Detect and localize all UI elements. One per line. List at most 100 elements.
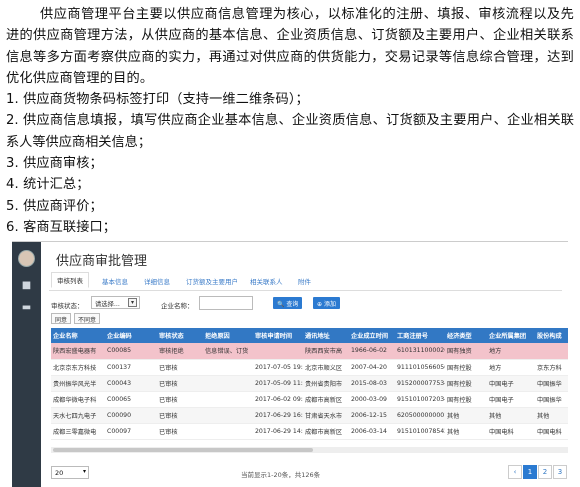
- app-screenshot: ■ ▬ 供应商审批管理 审核列表 基本信息 详细信息 订货额及主要用户 相关联系…: [12, 241, 568, 487]
- table-cell: [535, 343, 568, 360]
- table-cell: 9151010072034: [395, 391, 445, 408]
- table-cell: 2006-03-14: [349, 423, 395, 440]
- table-cell: [203, 423, 253, 440]
- column-header[interactable]: 企业名称: [51, 328, 105, 343]
- approve-button[interactable]: 同意: [51, 313, 72, 324]
- table-row[interactable]: 成都华微电子科 C00065 已审核 2017-06-02 09: 成都市高新区 2000…: [51, 391, 568, 408]
- table-cell: 成都华微电子科: [51, 391, 105, 408]
- column-header[interactable]: 企业编码: [105, 328, 157, 343]
- search-button[interactable]: 🔍 查询: [273, 297, 303, 309]
- page-button-1[interactable]: 1: [523, 465, 537, 479]
- page-size-value: 20: [55, 469, 64, 477]
- table-cell: 2000-03-09: [349, 391, 395, 408]
- tab-orders-users[interactable]: 订货额及主要用户: [181, 274, 243, 288]
- table-cell: 北京市顺义区: [303, 359, 349, 376]
- intro-paragraph: 供应商管理平台主要以供应商信息管理为核心，以标准化的注册、填报、审核流程以及先进…: [6, 7, 574, 86]
- table-cell: 已审核: [157, 423, 203, 440]
- table-cell: 9111010566050: [395, 359, 445, 376]
- table-cell: 其他: [535, 407, 568, 424]
- page-title: 供应商审批管理: [56, 254, 148, 269]
- prev-page-button[interactable]: ‹: [508, 465, 522, 479]
- column-header[interactable]: 通讯地址: [303, 328, 349, 343]
- table-cell: 2017-06-29 14:: [253, 423, 303, 440]
- list-item: 6. 客商互联接口；: [6, 219, 117, 235]
- table-cell: [203, 359, 253, 376]
- reject-button[interactable]: 不同意: [74, 313, 101, 324]
- table-cell: 陕西西安市高: [303, 343, 349, 360]
- table-cell: 其他: [445, 423, 487, 440]
- chevron-down-icon: ▾: [82, 468, 86, 475]
- search-button-label: 查询: [286, 301, 299, 308]
- column-header[interactable]: 审核申请时间: [253, 328, 303, 343]
- table-cell: C00090: [105, 407, 157, 424]
- table-row[interactable]: 北京京东方科技 C00137 已审核 2017-07-05 19: 北京市顺义区 2007…: [51, 359, 568, 376]
- table-cell: 其他: [445, 407, 487, 424]
- page-button-3[interactable]: 3: [553, 465, 567, 479]
- status-filter-select[interactable]: 请选择... ▾: [91, 296, 140, 309]
- page-size-select[interactable]: 20 ▾: [51, 466, 89, 479]
- table-cell: 2017-06-29 16:: [253, 407, 303, 424]
- tab-audit-list[interactable]: 审核列表: [51, 272, 89, 288]
- plus-icon: ⊕: [317, 301, 323, 308]
- tab-attachments[interactable]: 附件: [293, 274, 316, 288]
- status-filter-value: 请选择...: [95, 301, 120, 308]
- supplier-table: 企业名称 企业编码 审核状态 拒绝原因 审核申请时间 通讯地址 企业成立时间 工…: [51, 328, 568, 440]
- folder-icon[interactable]: ▬: [12, 303, 41, 313]
- table-cell: 北京京东方科技: [51, 359, 105, 376]
- table-cell: C00137: [105, 359, 157, 376]
- table-cell: C00085: [105, 343, 157, 360]
- table-header-row: 企业名称 企业编码 审核状态 拒绝原因 审核申请时间 通讯地址 企业成立时间 工…: [51, 328, 568, 343]
- table-cell: 国有独资: [445, 343, 487, 360]
- status-filter-label: 审核状态：: [51, 302, 84, 310]
- table-cell: 天水七四九电子: [51, 407, 105, 424]
- pagination-info: 当前显示1-20条，共126条: [241, 471, 321, 479]
- table-cell: 2017-07-05 19:: [253, 359, 303, 376]
- table-cell: 2017-06-02 09:: [253, 391, 303, 408]
- table-row[interactable]: 贵州振华风光半 C00043 已审核 2017-05-09 11: 贵州省贵阳市 2015…: [51, 375, 568, 392]
- table-cell: 国有控股: [445, 375, 487, 392]
- table-cell: 已审核: [157, 407, 203, 424]
- column-header[interactable]: 股份构成: [535, 328, 568, 343]
- table-cell: 地方: [487, 359, 535, 376]
- main-panel: 供应商审批管理 审核列表 基本信息 详细信息 订货额及主要用户 相关联系人 附件…: [41, 242, 568, 487]
- column-header[interactable]: 经济类型: [445, 328, 487, 343]
- table-cell: 国有控股: [445, 359, 487, 376]
- table-cell: 审核拒绝: [157, 343, 203, 360]
- table-row[interactable]: 陕西宏盛电器有 C00085 审核拒绝 信息错误、订货 陕西西安市高 1966-06-02…: [51, 343, 568, 360]
- table-cell: 2017-05-09 11:: [253, 375, 303, 392]
- add-button[interactable]: ⊕ 添加: [313, 297, 340, 309]
- table-footer: 20 ▾ 当前显示1-20条，共126条 ‹ 1 2 3: [41, 459, 568, 485]
- table-cell: 6205000000001: [395, 407, 445, 424]
- table-cell: 贵州省贵阳市: [303, 375, 349, 392]
- tab-bar: 审核列表 基本信息 详细信息 订货额及主要用户 相关联系人 附件: [49, 271, 562, 291]
- table-row[interactable]: 成都三零嘉微电 C00097 已审核 2017-06-29 14: 成都市高新区 2006…: [51, 423, 568, 440]
- horizontal-scrollbar[interactable]: [51, 447, 568, 453]
- table-row[interactable]: 天水七四九电子 C00090 已审核 2017-06-29 16: 甘肃省天水市 2006…: [51, 407, 568, 424]
- table-cell: 2006-12-15: [349, 407, 395, 424]
- avatar[interactable]: [18, 250, 35, 267]
- column-header[interactable]: 企业所属集团: [487, 328, 535, 343]
- table-cell: 已审核: [157, 359, 203, 376]
- tab-detail-info[interactable]: 详细信息: [139, 274, 175, 288]
- table-cell: 中国电科: [487, 423, 535, 440]
- column-header[interactable]: 工商注册号: [395, 328, 445, 343]
- column-header[interactable]: 拒绝原因: [203, 328, 253, 343]
- table-cell: 中国电子: [487, 375, 535, 392]
- name-filter-label: 企业名称：: [161, 302, 194, 310]
- table-cell: 6101311000026: [395, 343, 445, 360]
- list-item: 1. 供应商货物条码标签打印（支持一维二维条码）；: [6, 92, 309, 108]
- table-cell: 京东方科: [535, 359, 568, 376]
- chevron-down-icon: ▾: [128, 298, 137, 307]
- page-button-2[interactable]: 2: [538, 465, 552, 479]
- sidebar: ■ ▬: [12, 242, 41, 487]
- column-header[interactable]: 企业成立时间: [349, 328, 395, 343]
- home-icon[interactable]: ■: [12, 281, 41, 291]
- tab-contacts[interactable]: 相关联系人: [245, 274, 288, 288]
- table-cell: [203, 407, 253, 424]
- table-cell: 陕西宏盛电器有: [51, 343, 105, 360]
- table-cell: 贵州振华风光半: [51, 375, 105, 392]
- document-text: 供应商管理平台主要以供应商信息管理为核心，以标准化的注册、填报、审核流程以及先进…: [0, 4, 580, 238]
- column-header[interactable]: 审核状态: [157, 328, 203, 343]
- tab-basic-info[interactable]: 基本信息: [97, 274, 133, 288]
- name-filter-input[interactable]: [199, 296, 253, 310]
